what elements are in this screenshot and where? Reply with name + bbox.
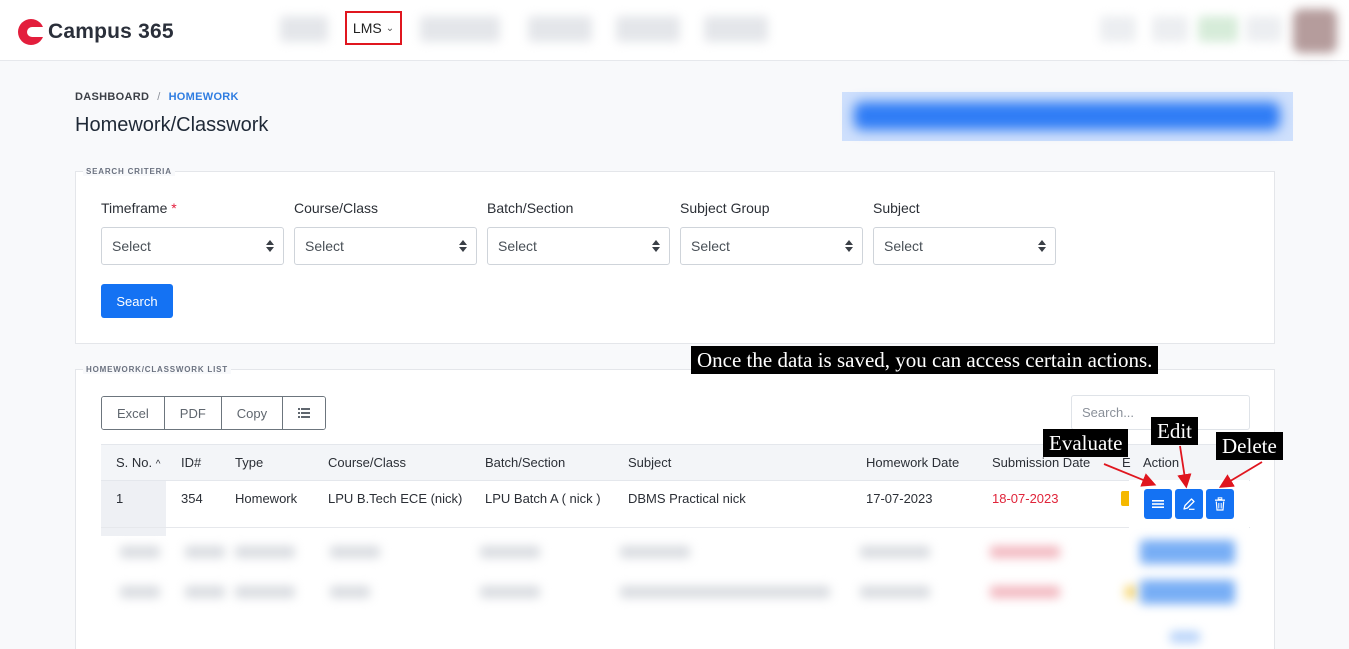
subject-select[interactable]: Select <box>873 227 1056 265</box>
cell-batch: LPU Batch A ( nick ) <box>485 491 601 506</box>
select-arrows-icon <box>266 240 274 252</box>
nav-item-lms[interactable]: LMS ⌄ <box>345 11 402 45</box>
cell-subject: DBMS Practical nick <box>628 491 746 506</box>
brand-logo-icon <box>18 19 44 45</box>
copy-button[interactable]: Copy <box>221 397 284 429</box>
header-tool-redacted[interactable] <box>1198 16 1238 42</box>
page-title: Homework/Classwork <box>75 114 269 136</box>
subject-label: Subject <box>873 200 920 216</box>
cell-submission-date: 18-07-2023 <box>992 491 1059 506</box>
excel-button[interactable]: Excel <box>102 397 165 429</box>
breadcrumb-dashboard[interactable]: DASHBOARD <box>75 91 149 103</box>
top-navbar: Campus 365 LMS ⌄ <box>0 0 1349 61</box>
batch-section-label: Batch/Section <box>487 200 574 216</box>
course-class-select[interactable]: Select <box>294 227 477 265</box>
redacted-table-rows <box>90 536 1260 649</box>
header-tool-redacted[interactable] <box>1152 16 1188 42</box>
column-list-icon <box>298 408 311 418</box>
homework-list-legend: HOMEWORK/CLASSWORK LIST <box>83 365 231 374</box>
column-header-course[interactable]: Course/Class <box>328 455 406 470</box>
column-header-subject[interactable]: Subject <box>628 455 671 470</box>
header-action-redacted[interactable] <box>842 92 1293 141</box>
evaluate-list-icon <box>1152 500 1164 508</box>
subject-group-label: Subject Group <box>680 200 770 216</box>
brand-name: Campus 365 <box>48 20 174 43</box>
subject-group-select[interactable]: Select <box>680 227 863 265</box>
column-visibility-button[interactable] <box>283 397 326 429</box>
edit-button[interactable] <box>1175 489 1203 519</box>
annotation-message: Once the data is saved, you can access c… <box>691 346 1159 374</box>
column-header-id[interactable]: ID# <box>181 455 201 470</box>
pdf-button[interactable]: PDF <box>164 397 222 429</box>
timeframe-select[interactable]: Select <box>101 227 284 265</box>
annotation-evaluate: Evaluate <box>1043 429 1129 457</box>
cell-type: Homework <box>235 491 298 506</box>
select-arrows-icon <box>1038 240 1046 252</box>
cell-sno: 1 <box>116 491 124 506</box>
export-button-group: Excel PDF Copy <box>101 396 327 430</box>
search-criteria-legend: SEARCH CRITERIA <box>83 167 175 176</box>
column-header-action: Action <box>1143 455 1180 470</box>
nav-item-redacted[interactable] <box>616 16 680 42</box>
evaluate-button[interactable] <box>1144 489 1172 519</box>
brand-logo[interactable]: Campus 365 <box>18 17 174 47</box>
edit-pencil-icon <box>1183 498 1195 510</box>
annotation-delete: Delete <box>1216 432 1283 460</box>
nav-item-redacted[interactable] <box>528 16 592 42</box>
delete-button[interactable] <box>1206 489 1234 519</box>
column-header-batch[interactable]: Batch/Section <box>485 455 565 470</box>
nav-item-lms-label: LMS <box>352 20 382 36</box>
breadcrumb: DASHBOARD / HOMEWORK <box>75 91 239 103</box>
nav-item-redacted[interactable] <box>704 16 768 42</box>
column-header-type[interactable]: Type <box>235 455 263 470</box>
cell-id: 354 <box>181 491 203 506</box>
column-header-sno[interactable]: S. No. ^ <box>116 455 160 470</box>
sort-up-icon: ^ <box>155 459 161 470</box>
cell-homework-date: 17-07-2023 <box>866 491 933 506</box>
nav-item-redacted[interactable] <box>420 16 500 42</box>
breadcrumb-separator: / <box>157 91 161 103</box>
search-button[interactable]: Search <box>101 284 173 318</box>
select-arrows-icon <box>459 240 467 252</box>
header-tool-redacted[interactable] <box>1100 16 1136 42</box>
header-tool-redacted[interactable] <box>1246 16 1282 42</box>
cell-course: LPU B.Tech ECE (nick) <box>328 491 463 506</box>
delete-trash-icon <box>1215 497 1225 511</box>
breadcrumb-homework: HOMEWORK <box>168 91 239 103</box>
batch-section-select[interactable]: Select <box>487 227 670 265</box>
column-header-homework-date[interactable]: Homework Date <box>866 455 959 470</box>
nav-item-redacted[interactable] <box>280 16 328 42</box>
chevron-down-icon: ⌄ <box>385 22 395 34</box>
column-header-evaluation[interactable]: E <box>1122 455 1131 470</box>
avatar[interactable] <box>1293 9 1337 53</box>
course-class-label: Course/Class <box>294 200 379 216</box>
search-criteria-card: SEARCH CRITERIA Timeframe * Course/Class… <box>75 167 1275 344</box>
select-arrows-icon <box>845 240 853 252</box>
required-mark: * <box>171 200 177 216</box>
annotation-edit: Edit <box>1151 417 1198 445</box>
column-header-submission-date[interactable]: Submission Date <box>992 455 1090 470</box>
select-arrows-icon <box>652 240 660 252</box>
table-row: 1 354 Homework LPU B.Tech ECE (nick) LPU… <box>101 481 1250 528</box>
timeframe-label: Timeframe * <box>101 200 177 216</box>
